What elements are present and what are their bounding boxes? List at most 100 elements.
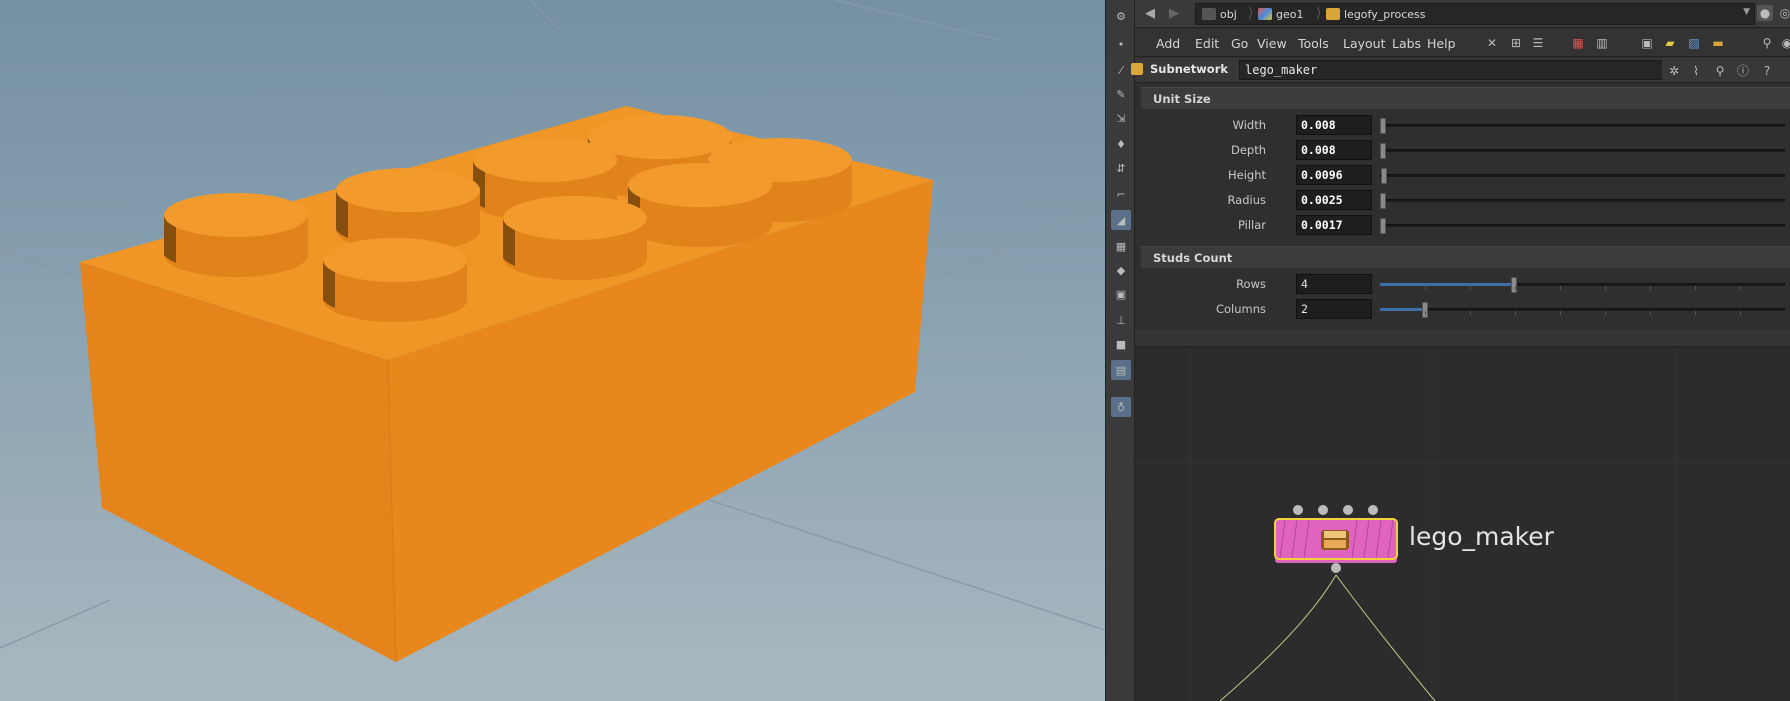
height-slider[interactable] (1380, 168, 1785, 184)
slider-handle[interactable] (1511, 277, 1517, 293)
rows-field[interactable]: 4 (1296, 274, 1372, 294)
network-editor[interactable]: lego_maker (1135, 348, 1790, 701)
forward-arrow-icon[interactable]: ▶ (1169, 6, 1179, 21)
chevron-down-icon[interactable]: ▼ (1743, 7, 1750, 17)
depth-field[interactable]: 0.008 (1296, 140, 1372, 160)
crumb-separator: ⟩ (1316, 5, 1322, 21)
scale-tool-icon[interactable]: ⇲ (1111, 108, 1131, 128)
crumb-legofy-process[interactable]: legofy_process (1326, 7, 1426, 23)
height-field[interactable]: 0.0096 (1296, 165, 1372, 185)
slider-tick (1515, 286, 1516, 290)
slider-tick (1695, 311, 1696, 315)
depth-slider[interactable] (1380, 143, 1785, 159)
camera-tool-icon[interactable]: ▤ (1111, 360, 1131, 380)
background-image-icon[interactable]: ▨ (1686, 35, 1702, 51)
rows-slider[interactable] (1380, 277, 1785, 293)
parm-pillar: Pillar 0.0017 (1135, 214, 1790, 236)
wrench-icon[interactable]: ✕ (1484, 35, 1500, 51)
slider-tick (1650, 311, 1651, 315)
sculpt-tool-icon[interactable]: ⇵ (1111, 158, 1131, 178)
menu-view[interactable]: View (1257, 36, 1287, 51)
slider-tick (1650, 286, 1651, 290)
node-output[interactable] (1331, 563, 1341, 573)
menu-bar: Add Edit Go View Tools Layout Labs Help … (1135, 29, 1790, 57)
node-lego-maker[interactable] (1274, 505, 1398, 573)
record-tool-icon[interactable]: ■ (1111, 334, 1131, 354)
radius-slider[interactable] (1380, 193, 1785, 209)
list-icon[interactable]: ☰ (1530, 35, 1546, 51)
radius-field[interactable]: 0.0025 (1296, 190, 1372, 210)
edge-tool-icon[interactable]: ⌐ (1111, 184, 1131, 204)
zoom-icon[interactable]: ⚲ (1712, 63, 1728, 79)
node-input[interactable] (1318, 505, 1328, 515)
slider-handle[interactable] (1380, 218, 1386, 234)
paint-tool-icon[interactable]: ♦ (1111, 134, 1131, 154)
slider-tick (1425, 286, 1426, 290)
subnet-icon (1326, 8, 1340, 20)
path-breadcrumb[interactable]: obj ⟩ geo1 ⟩ legofy_process ▼ (1195, 3, 1755, 25)
scene-viewport[interactable] (0, 0, 1105, 701)
brush-icon[interactable]: ⌇ (1688, 63, 1704, 79)
snap-tool-icon[interactable]: ◆ (1111, 260, 1131, 280)
folder-studs-count[interactable]: Studs Count (1141, 246, 1790, 268)
grid-tool-icon[interactable]: ▦ (1111, 236, 1131, 256)
brick-stud (323, 238, 467, 322)
help-icon[interactable]: ? (1759, 63, 1775, 79)
slider-tick (1560, 286, 1561, 290)
node-input[interactable] (1343, 505, 1353, 515)
width-slider[interactable] (1380, 118, 1785, 134)
network-wires (1219, 574, 1436, 701)
pin-pane-icon[interactable]: ◎ (1777, 5, 1790, 21)
uv-tool-icon[interactable]: ▣ (1111, 284, 1131, 304)
info-icon[interactable]: ⓘ (1735, 63, 1751, 79)
viewport-scene (0, 0, 1105, 663)
folder-unit-size[interactable]: Unit Size (1141, 87, 1790, 109)
pin-tool-icon[interactable]: ♁ (1111, 397, 1131, 417)
menu-help[interactable]: Help (1427, 36, 1456, 51)
node-input[interactable] (1368, 505, 1378, 515)
columns-field[interactable]: 2 (1296, 299, 1372, 319)
crumb-geo1[interactable]: geo1 (1258, 7, 1303, 23)
network-box-icon[interactable]: ▬ (1710, 35, 1726, 51)
node-input[interactable] (1293, 505, 1303, 515)
back-arrow-icon[interactable]: ◀ (1145, 6, 1155, 21)
slider-tick (1470, 311, 1471, 315)
color-palette-icon[interactable]: ▦ (1570, 35, 1586, 51)
columns-slider[interactable] (1380, 302, 1785, 318)
dot-tool-icon[interactable]: • (1111, 34, 1131, 54)
brush-tool-icon[interactable]: ⁄ (1111, 60, 1131, 80)
eye-icon[interactable]: ◉ (1779, 35, 1790, 51)
pivot-tool-icon[interactable]: ⊥ (1111, 310, 1131, 330)
pillar-field[interactable]: 0.0017 (1296, 215, 1372, 235)
pillar-slider[interactable] (1380, 218, 1785, 234)
menu-add[interactable]: Add (1156, 36, 1180, 51)
slider-fill (1380, 283, 1514, 286)
select-tool-icon[interactable]: ⚙ (1111, 6, 1131, 26)
geometry-icon (1258, 8, 1272, 20)
gear-icon[interactable]: ✲ (1666, 63, 1682, 79)
menu-labs[interactable]: Labs (1392, 36, 1421, 51)
parameter-network-panel: ◀ ▶ obj ⟩ geo1 ⟩ legofy_process ▼ ● ◎ Ad… (1131, 0, 1790, 701)
menu-tools[interactable]: Tools (1298, 36, 1329, 51)
menu-layout[interactable]: Layout (1343, 36, 1386, 51)
slider-handle[interactable] (1422, 302, 1428, 318)
search-icon[interactable]: ⚲ (1759, 35, 1775, 51)
crumb-separator: ⟩ (1248, 5, 1254, 21)
slider-tick (1605, 311, 1606, 315)
slider-handle[interactable] (1380, 193, 1386, 209)
pen-tool-icon[interactable]: ✎ (1111, 84, 1131, 104)
slider-tick (1740, 311, 1741, 315)
image-icon[interactable]: ▣ (1639, 35, 1655, 51)
slider-handle[interactable] (1381, 168, 1387, 184)
slider-handle[interactable] (1380, 143, 1386, 159)
handle-tool-icon[interactable]: ◢ (1111, 210, 1131, 230)
tree-icon[interactable]: ⊞ (1508, 35, 1524, 51)
sticky-note-icon[interactable]: ▰ (1662, 35, 1678, 51)
menu-go[interactable]: Go (1231, 36, 1248, 51)
crumb-obj[interactable]: obj (1202, 7, 1237, 23)
python-shell-icon[interactable]: ● (1757, 5, 1773, 21)
width-field[interactable]: 0.008 (1296, 115, 1372, 135)
menu-edit[interactable]: Edit (1195, 36, 1219, 51)
slider-handle[interactable] (1380, 118, 1386, 134)
grid-view-icon[interactable]: ▥ (1594, 35, 1610, 51)
